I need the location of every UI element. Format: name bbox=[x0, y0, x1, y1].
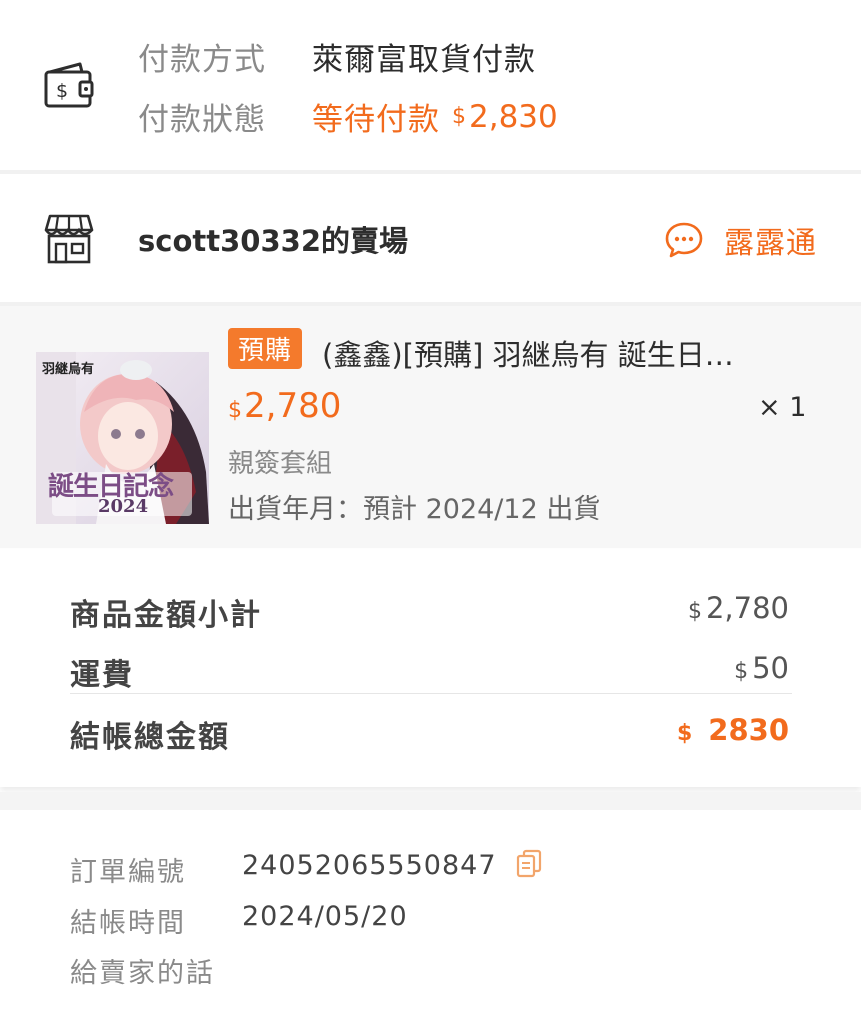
product-title[interactable]: (鑫鑫)[預購] 羽継烏有 誕生日… bbox=[322, 332, 734, 374]
checkout-time-label: 結帳時間 bbox=[70, 908, 186, 939]
payment-amount-currency: $ bbox=[452, 104, 467, 129]
checkout-time-value: 2024/05/20 bbox=[242, 901, 408, 932]
copy-icon[interactable] bbox=[514, 848, 544, 878]
payment-status-row: 付款狀態 等待付款 $ 2,830 bbox=[138, 94, 558, 139]
svg-text:$: $ bbox=[56, 80, 68, 102]
subtotal-currency: $ bbox=[687, 599, 702, 624]
section-divider bbox=[0, 170, 861, 174]
section-divider bbox=[0, 792, 861, 810]
payment-status-value: 等待付款 bbox=[312, 102, 440, 138]
subtotal-label: 商品金額小計 bbox=[70, 598, 262, 633]
grand-total-value: $ 2830 bbox=[677, 713, 789, 747]
shop-icon bbox=[44, 212, 94, 264]
subtotal-amount: 2,780 bbox=[705, 591, 789, 625]
product-shipping-date: 出貨年月：預計 2024/12 出貨 bbox=[228, 494, 601, 525]
chat-bubble-icon bbox=[664, 221, 704, 259]
chat-button[interactable]: 露露通 bbox=[664, 218, 817, 262]
shipping-fee-amount: 50 bbox=[752, 651, 789, 685]
product-variant: 親簽套組 bbox=[228, 449, 333, 479]
payment-method-row: 付款方式 萊爾富取貨付款 bbox=[138, 34, 536, 79]
grand-total-amount: 2830 bbox=[708, 713, 789, 747]
subtotal-value: $ 2,780 bbox=[688, 591, 789, 625]
product-price-currency: $ bbox=[228, 398, 242, 423]
seller-name[interactable]: scott30332的賣場 bbox=[138, 218, 408, 260]
product-price-value: 2,780 bbox=[244, 386, 342, 426]
product-image-top-text: 羽継烏有 bbox=[42, 362, 95, 377]
payment-method-label: 付款方式 bbox=[138, 42, 266, 78]
shipping-fee-currency: $ bbox=[734, 659, 749, 684]
payment-status-label: 付款狀態 bbox=[138, 102, 266, 138]
totals-divider bbox=[70, 693, 792, 694]
product-price: $ 2,780 bbox=[228, 386, 341, 426]
grand-total-currency: $ bbox=[676, 721, 693, 746]
note-to-seller-label: 給賣家的話 bbox=[70, 958, 215, 989]
product-image[interactable]: 羽継烏有 誕生日記念 2024 bbox=[36, 352, 209, 524]
shipping-fee-label: 運費 bbox=[70, 658, 134, 693]
wallet-icon: $ bbox=[42, 62, 96, 112]
grand-total-label: 結帳總金額 bbox=[70, 720, 230, 755]
payment-amount: 2,830 bbox=[469, 98, 558, 135]
product-quantity: × 1 bbox=[758, 392, 807, 423]
preorder-badge: 預購 bbox=[228, 328, 303, 369]
order-number-label: 訂單編號 bbox=[70, 857, 186, 888]
chat-button-label: 露露通 bbox=[724, 226, 817, 261]
product-image-year: 2024 bbox=[98, 496, 149, 517]
order-number-value: 24052065550847 bbox=[242, 850, 497, 881]
payment-method-value: 萊爾富取貨付款 bbox=[312, 42, 536, 78]
shipping-fee-value: $ 50 bbox=[734, 651, 789, 685]
